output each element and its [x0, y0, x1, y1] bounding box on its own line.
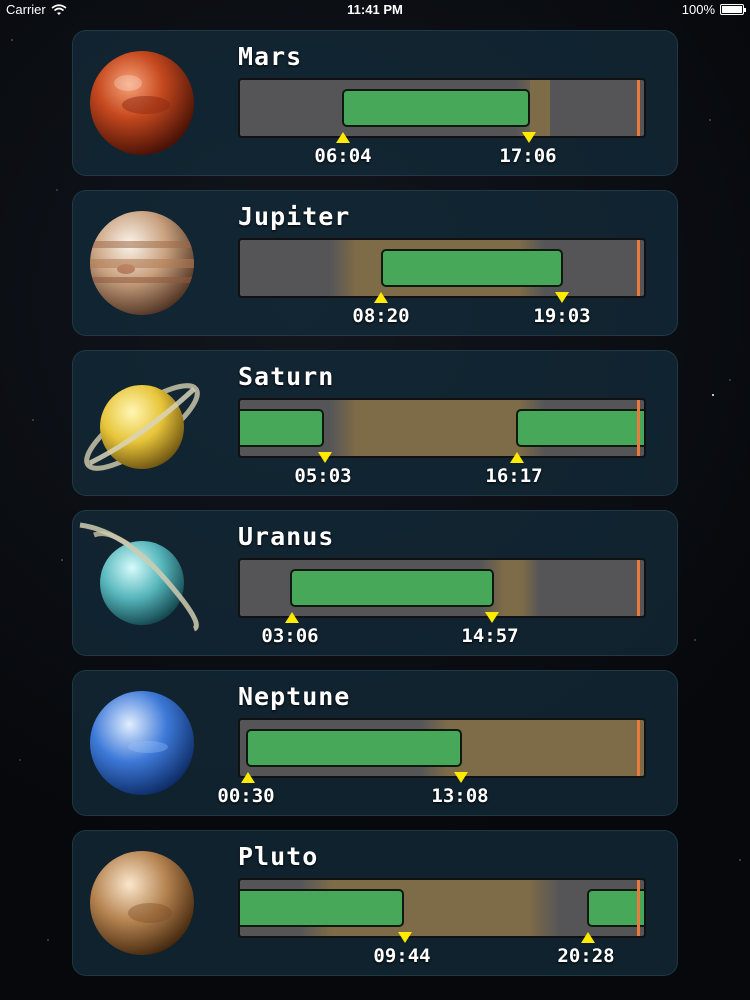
battery-icon	[720, 4, 746, 15]
visible-period-bar	[246, 729, 462, 767]
set-marker	[398, 932, 412, 943]
mars-planet-icon	[90, 51, 194, 155]
current-time-marker	[637, 240, 640, 296]
rise-time: 16:17	[485, 465, 543, 487]
battery-percent-label: 100%	[681, 2, 715, 17]
visibility-timeline	[238, 718, 646, 778]
jupiter-planet-icon	[90, 211, 194, 315]
current-time-marker	[637, 80, 640, 136]
planet-card-jupiter[interactable]: Jupiter 08:20 19:03	[72, 190, 678, 336]
planet-name: Jupiter	[238, 202, 351, 231]
rise-marker	[581, 932, 595, 943]
uranus-planet-icon	[79, 522, 199, 632]
visibility-timeline	[238, 558, 646, 618]
visibility-timeline	[238, 78, 646, 138]
saturn-planet-icon	[84, 383, 200, 471]
set-marker	[318, 452, 332, 463]
planet-name: Mars	[238, 42, 303, 71]
rise-time: 00:30	[217, 785, 275, 807]
set-time: 05:03	[294, 465, 352, 487]
status-bar: Carrier 11:41 PM 100%	[0, 0, 750, 20]
rise-marker	[285, 612, 299, 623]
visible-period-bar	[240, 409, 324, 447]
rise-marker	[510, 452, 524, 463]
visible-period-bar	[290, 569, 494, 607]
planet-card-uranus[interactable]: Uranus 03:06 14:57	[72, 510, 678, 656]
planet-card-saturn[interactable]: Saturn 05:03 16:17	[72, 350, 678, 496]
visible-period-bar	[516, 409, 644, 447]
set-marker	[485, 612, 499, 623]
set-time: 14:57	[461, 625, 519, 647]
planet-name: Saturn	[238, 362, 335, 391]
set-time: 09:44	[373, 945, 431, 967]
visible-period-bar	[381, 249, 563, 287]
current-time-marker	[637, 880, 640, 936]
rise-time: 06:04	[314, 145, 372, 167]
clock-label: 11:41 PM	[347, 2, 403, 17]
planet-list: Mars 06:04 17:06 Jupiter 08:20 19:03 Sat…	[72, 30, 678, 990]
visibility-timeline	[238, 878, 646, 938]
current-time-marker	[637, 720, 640, 776]
rise-marker	[241, 772, 255, 783]
current-time-marker	[637, 560, 640, 616]
set-marker	[454, 772, 468, 783]
set-time: 17:06	[499, 145, 557, 167]
current-time-marker	[637, 400, 640, 456]
set-marker	[522, 132, 536, 143]
set-marker	[555, 292, 569, 303]
set-time: 19:03	[533, 305, 591, 327]
planet-name: Uranus	[238, 522, 335, 551]
planet-name: Neptune	[238, 682, 351, 711]
rise-marker	[336, 132, 350, 143]
visibility-timeline	[238, 238, 646, 298]
visible-period-bar	[240, 889, 404, 927]
neptune-planet-icon	[90, 691, 194, 795]
set-time: 13:08	[431, 785, 489, 807]
visible-period-bar	[342, 89, 530, 127]
rise-marker	[374, 292, 388, 303]
planet-card-neptune[interactable]: Neptune 00:30 13:08	[72, 670, 678, 816]
planet-card-pluto[interactable]: Pluto 09:44 20:28	[72, 830, 678, 976]
planet-card-mars[interactable]: Mars 06:04 17:06	[72, 30, 678, 176]
rise-time: 03:06	[261, 625, 319, 647]
rise-time: 20:28	[557, 945, 615, 967]
visibility-timeline	[238, 398, 646, 458]
planet-name: Pluto	[238, 842, 319, 871]
rise-time: 08:20	[352, 305, 410, 327]
pluto-planet-icon	[90, 851, 194, 955]
